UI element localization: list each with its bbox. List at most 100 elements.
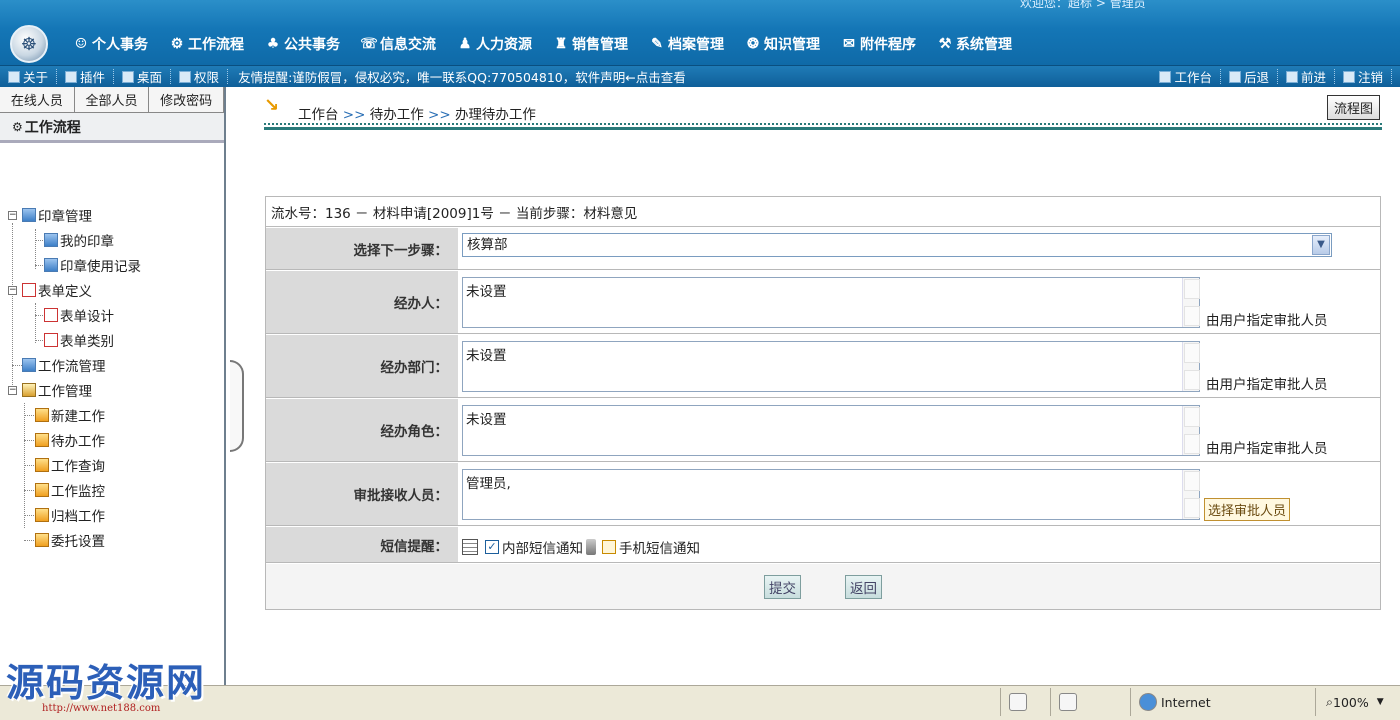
- tree-item-flow-mgmt[interactable]: 工作流管理: [22, 354, 106, 376]
- breadcrumb-workbench[interactable]: 工作台: [298, 107, 339, 123]
- top-header: 欢迎您：超标 > 管理员 ☸ ☺ 个人事务 ⚙ 工作流程 ♣ 公共事务 ☏ 信息交流 ♟…: [0, 0, 1400, 66]
- tab-change-password[interactable]: 修改密码: [149, 87, 225, 112]
- tree-item-work-mgmt[interactable]: 工作管理: [22, 379, 92, 401]
- nav-hr[interactable]: ♟ 人力资源: [452, 31, 536, 57]
- main-content: ↘ 工作台 >> 待办工作 >> 办理待办工作 流程图 流水号：136 － 材料…: [246, 87, 1400, 685]
- logout-icon: [1342, 70, 1355, 83]
- flow-chart-button[interactable]: 流程图: [1326, 95, 1380, 120]
- logo-icon[interactable]: ☸: [10, 25, 48, 63]
- tab-all-users[interactable]: 全部人员: [74, 87, 150, 112]
- toolbar-plugin[interactable]: 插件: [57, 69, 115, 85]
- nav-personal[interactable]: ☺ 个人事务: [68, 31, 152, 57]
- sidebar-splitter[interactable]: [230, 360, 244, 452]
- tree-item-work-monitor[interactable]: 工作监控: [35, 479, 105, 501]
- nav-attachment[interactable]: ✉ 附件程序: [836, 31, 920, 57]
- select-approver-button[interactable]: 选择审批人员: [1204, 498, 1291, 521]
- handle-work-form: 流水号：136 － 材料申请[2009]1号 － 当前步骤：材料意见 选择下一步…: [265, 196, 1381, 610]
- tab-online-users[interactable]: 在线人员: [0, 87, 75, 112]
- toolbar-workbench[interactable]: 工作台: [1151, 69, 1221, 85]
- notice-text[interactable]: 友情提醒:谨防假冒，侵权必究，唯一联系QQ:770504810，软件声明←点击查…: [228, 67, 686, 86]
- internal-sms-label: 内部短信通知: [502, 541, 583, 557]
- privacy-icon[interactable]: [1059, 693, 1077, 711]
- scrollbar[interactable]: [1182, 278, 1200, 327]
- scrollbar[interactable]: [1182, 342, 1200, 391]
- people-icon: ♣: [266, 36, 280, 52]
- dept-textarea[interactable]: 未设置: [462, 341, 1200, 392]
- nav-knowledge[interactable]: ❂ 知识管理: [740, 31, 824, 57]
- back-icon: [1228, 70, 1241, 83]
- permission-icon: [179, 70, 192, 83]
- main-nav: ☺ 个人事务 ⚙ 工作流程 ♣ 公共事务 ☏ 信息交流 ♟ 人力资源 ♜ 销售管理 ✎ 档案管…: [68, 31, 1028, 57]
- tree-item-my-seal[interactable]: 我的印章: [44, 229, 114, 251]
- nav-archive[interactable]: ✎ 档案管理: [644, 31, 728, 57]
- toolbar-logout[interactable]: 注销: [1335, 69, 1392, 85]
- collapse-toggle[interactable]: −: [8, 286, 17, 295]
- breadcrumb-todo[interactable]: 待办工作: [370, 107, 424, 123]
- work-icon: [35, 483, 49, 497]
- tree-item-form-type[interactable]: 表单类别: [44, 329, 114, 351]
- sales-icon: ♜: [554, 36, 568, 52]
- toolbar-desktop[interactable]: 桌面: [114, 69, 172, 85]
- collapse-toggle[interactable]: −: [8, 211, 17, 220]
- flow-icon: [22, 358, 36, 372]
- nav-system[interactable]: ⚒ 系统管理: [932, 31, 1016, 57]
- collapse-toggle[interactable]: −: [8, 386, 17, 395]
- row-receiver: 审批接收人员： 管理员, 选择审批人员: [266, 463, 1380, 526]
- toolbar-back[interactable]: 后退: [1221, 69, 1278, 85]
- plugin-icon: [65, 70, 78, 83]
- tree-item-delegate[interactable]: 委托设置: [35, 529, 105, 551]
- role-textarea[interactable]: 未设置: [462, 405, 1200, 456]
- tree-line: [35, 340, 43, 341]
- chevron-down-icon[interactable]: ▼: [1312, 235, 1330, 255]
- tree-item-todo-work[interactable]: 待办工作: [35, 429, 105, 451]
- row-dept: 经办部门： 未设置 由用户指定审批人员: [266, 335, 1380, 398]
- toolbar-forward[interactable]: 前进: [1278, 69, 1335, 85]
- tree-item-new-work[interactable]: 新建工作: [35, 404, 105, 426]
- memo-icon: [462, 539, 478, 555]
- tree-item-work-query[interactable]: 工作查询: [35, 454, 105, 476]
- handler-textarea[interactable]: 未设置: [462, 277, 1200, 328]
- role-hint: 由用户指定审批人员: [1206, 441, 1328, 457]
- back-button[interactable]: 返回: [845, 574, 882, 599]
- seal-icon: [44, 233, 58, 247]
- tree-line: [24, 415, 34, 416]
- zoom-control[interactable]: ⌕ 100% ▼: [1315, 688, 1400, 716]
- tree-item-form-design[interactable]: 表单设计: [44, 304, 114, 326]
- archive-icon: ✎: [651, 36, 663, 52]
- toolbar-about[interactable]: 关于: [0, 69, 58, 85]
- next-step-select[interactable]: 核算部 ▼: [462, 233, 1332, 257]
- handler-label: 经办人：: [266, 271, 458, 333]
- internal-sms-checkbox[interactable]: ✓: [485, 540, 499, 554]
- nav-workflow[interactable]: ⚙ 工作流程: [164, 31, 248, 57]
- chevron-down-icon[interactable]: ▼: [1377, 697, 1384, 707]
- tree-item-seal-log[interactable]: 印章使用记录: [44, 254, 141, 276]
- nav-sales[interactable]: ♜ 销售管理: [548, 31, 632, 57]
- tree-item-archive-work[interactable]: 归档工作: [35, 504, 105, 526]
- submit-button[interactable]: 提交: [764, 574, 801, 599]
- nav-info[interactable]: ☏ 信息交流: [356, 31, 440, 57]
- tree-item-seal[interactable]: 印章管理: [22, 204, 92, 226]
- breadcrumb-current: 办理待办工作: [454, 107, 536, 123]
- mobile-sms-checkbox[interactable]: [602, 540, 616, 554]
- dept-label: 经办部门：: [266, 335, 458, 397]
- toolbar-permission[interactable]: 权限: [171, 69, 229, 85]
- work-icon: [35, 433, 49, 447]
- row-next-step: 选择下一步骤： 核算部 ▼: [266, 228, 1380, 270]
- form-icon: [44, 333, 58, 347]
- breadcrumb-path: 工作台 >> 待办工作 >> 办理待办工作: [298, 103, 536, 123]
- status-cell: [1050, 688, 1130, 716]
- receiver-textarea[interactable]: 管理员,: [462, 469, 1200, 520]
- scrollbar[interactable]: [1182, 470, 1200, 519]
- flow-icon: ⚙: [12, 119, 23, 134]
- tree-item-form-def[interactable]: 表单定义: [22, 279, 92, 301]
- nav-public[interactable]: ♣ 公共事务: [260, 31, 344, 57]
- seal-icon: [44, 258, 58, 272]
- scrollbar[interactable]: [1182, 406, 1200, 455]
- arrow-icon: ↘: [264, 95, 280, 116]
- person-icon: ☺: [74, 36, 88, 52]
- chat-icon: ☏: [360, 36, 378, 52]
- receiver-label: 审批接收人员：: [266, 463, 458, 525]
- dept-cell: 未设置 由用户指定审批人员: [458, 335, 1380, 397]
- tree-line: [24, 540, 34, 541]
- welcome-text: 欢迎您：超标 > 管理员: [1020, 0, 1146, 10]
